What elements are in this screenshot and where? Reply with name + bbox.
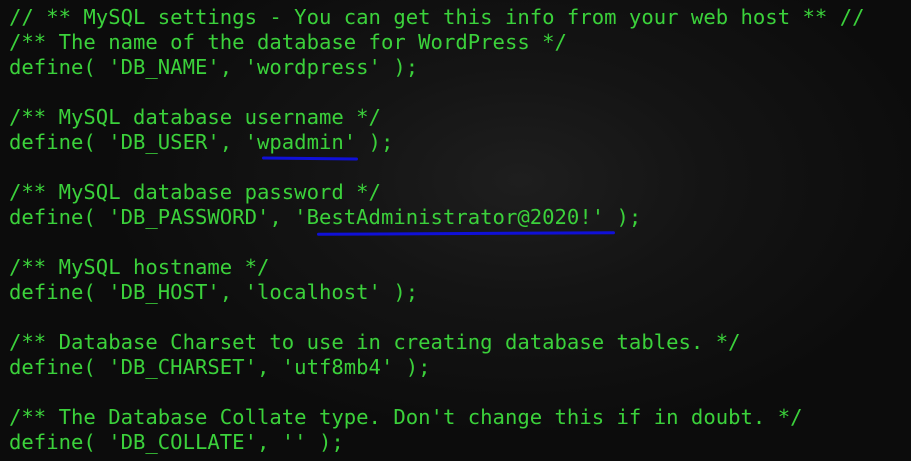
username-highlight-underline xyxy=(261,156,359,161)
code-line-db-collate-comment: /** The Database Collate type. Don't cha… xyxy=(9,405,803,429)
code-line-db-user-define: define( 'DB_USER', 'wpadmin' ); xyxy=(9,130,394,154)
code-line-mysql-settings-comment: // ** MySQL settings - You can get this … xyxy=(9,5,865,29)
password-highlight-underline xyxy=(316,231,616,236)
code-line-db-name-define: define( 'DB_NAME', 'wordpress' ); xyxy=(9,55,419,79)
code-line-db-password-define: define( 'DB_PASSWORD', 'BestAdministrato… xyxy=(9,205,642,229)
code-line-db-name-comment: /** The name of the database for WordPre… xyxy=(9,30,567,54)
code-line-db-charset-define: define( 'DB_CHARSET', 'utf8mb4' ); xyxy=(9,355,431,379)
code-line-db-host-define: define( 'DB_HOST', 'localhost' ); xyxy=(9,280,419,304)
code-line-db-user-comment: /** MySQL database username */ xyxy=(9,105,381,129)
code-line-db-charset-comment: /** Database Charset to use in creating … xyxy=(9,330,741,354)
terminal-window: // ** MySQL settings - You can get this … xyxy=(0,0,911,461)
code-line-db-password-comment: /** MySQL database password */ xyxy=(9,180,381,204)
code-line-db-host-comment: /** MySQL hostname */ xyxy=(9,255,270,279)
code-line-db-collate-define: define( 'DB_COLLATE', '' ); xyxy=(9,430,344,454)
